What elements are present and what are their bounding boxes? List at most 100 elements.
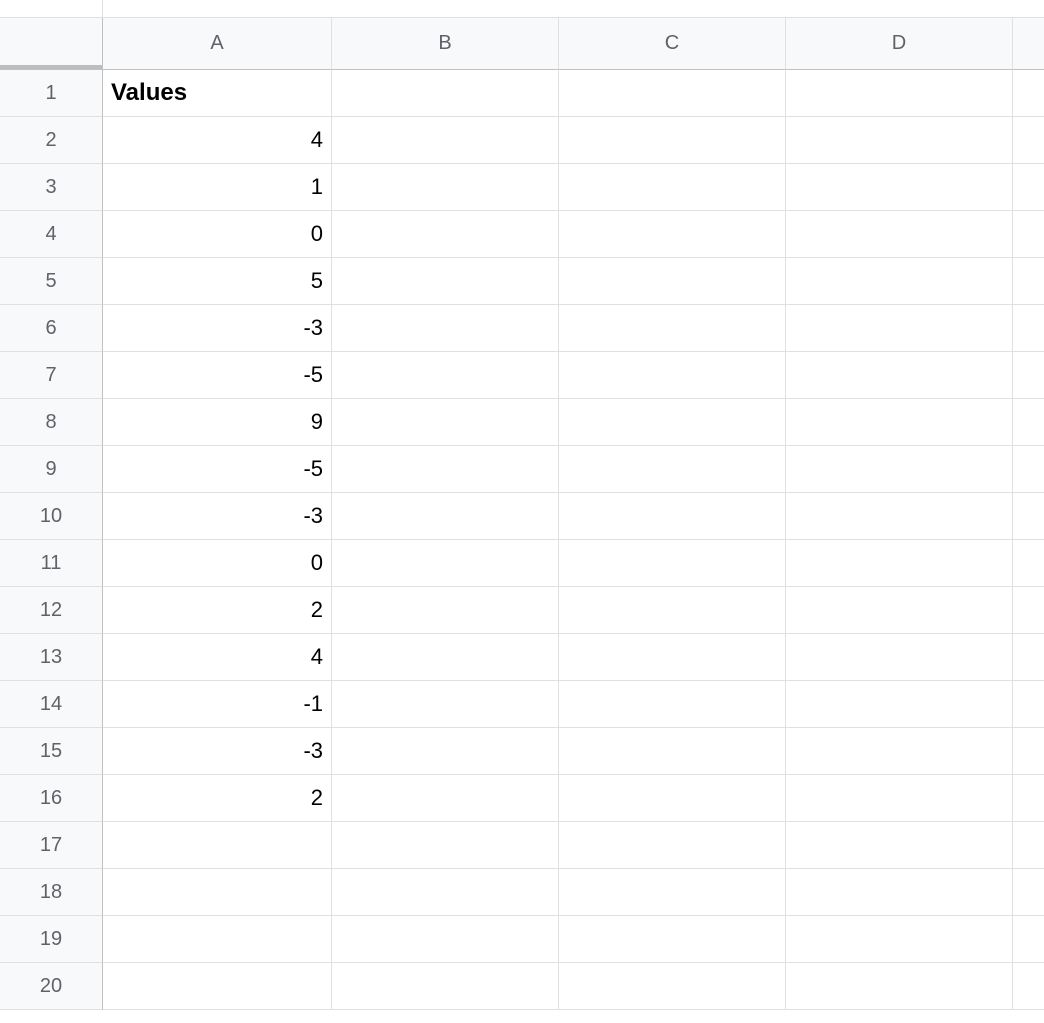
cell-d11[interactable] [786,540,1013,587]
cell-e7[interactable] [1013,352,1044,399]
row-header-11[interactable]: 11 [0,540,103,587]
cell-c3[interactable] [559,164,786,211]
cell-b18[interactable] [332,869,559,916]
cell-b7[interactable] [332,352,559,399]
cell-b3[interactable] [332,164,559,211]
row-header-15[interactable]: 15 [0,728,103,775]
row-header-5[interactable]: 5 [0,258,103,305]
cell-c17[interactable] [559,822,786,869]
cell-d8[interactable] [786,399,1013,446]
cell-b17[interactable] [332,822,559,869]
cell-e16[interactable] [1013,775,1044,822]
cell-b6[interactable] [332,305,559,352]
cell-b9[interactable] [332,446,559,493]
cell-c10[interactable] [559,493,786,540]
cell-e4[interactable] [1013,211,1044,258]
cell-c5[interactable] [559,258,786,305]
cell-c12[interactable] [559,587,786,634]
cell-c8[interactable] [559,399,786,446]
cell-b15[interactable] [332,728,559,775]
cell-b8[interactable] [332,399,559,446]
row-header-13[interactable]: 13 [0,634,103,681]
cell-a5[interactable]: 5 [103,258,332,305]
row-header-10[interactable]: 10 [0,493,103,540]
row-header-4[interactable]: 4 [0,211,103,258]
col-header-e[interactable] [1013,18,1044,70]
row-header-20[interactable]: 20 [0,963,103,1010]
cell-a19[interactable] [103,916,332,963]
row-header-17[interactable]: 17 [0,822,103,869]
cell-d5[interactable] [786,258,1013,305]
cell-d1[interactable] [786,70,1013,117]
cell-a10[interactable]: -3 [103,493,332,540]
cell-a3[interactable]: 1 [103,164,332,211]
col-header-d[interactable]: D [786,18,1013,70]
cell-c19[interactable] [559,916,786,963]
cell-b14[interactable] [332,681,559,728]
cell-e8[interactable] [1013,399,1044,446]
cell-e15[interactable] [1013,728,1044,775]
row-header-18[interactable]: 18 [0,869,103,916]
cell-c1[interactable] [559,70,786,117]
row-header-3[interactable]: 3 [0,164,103,211]
cell-a6[interactable]: -3 [103,305,332,352]
cell-d4[interactable] [786,211,1013,258]
cell-e18[interactable] [1013,869,1044,916]
cell-d13[interactable] [786,634,1013,681]
cell-a16[interactable]: 2 [103,775,332,822]
cell-c18[interactable] [559,869,786,916]
cell-c13[interactable] [559,634,786,681]
row-header-14[interactable]: 14 [0,681,103,728]
cell-e20[interactable] [1013,963,1044,1010]
cell-b2[interactable] [332,117,559,164]
row-header-7[interactable]: 7 [0,352,103,399]
row-header-2[interactable]: 2 [0,117,103,164]
cell-b1[interactable] [332,70,559,117]
cell-d3[interactable] [786,164,1013,211]
cell-c15[interactable] [559,728,786,775]
cell-a14[interactable]: -1 [103,681,332,728]
cell-c4[interactable] [559,211,786,258]
select-all-corner[interactable] [0,18,103,70]
cell-c11[interactable] [559,540,786,587]
cell-e13[interactable] [1013,634,1044,681]
cell-e19[interactable] [1013,916,1044,963]
cell-e12[interactable] [1013,587,1044,634]
col-header-b[interactable]: B [332,18,559,70]
cell-e3[interactable] [1013,164,1044,211]
cell-d17[interactable] [786,822,1013,869]
cell-a11[interactable]: 0 [103,540,332,587]
cell-a1[interactable]: Values [103,70,332,117]
cell-e10[interactable] [1013,493,1044,540]
cell-d19[interactable] [786,916,1013,963]
cell-d14[interactable] [786,681,1013,728]
row-header-9[interactable]: 9 [0,446,103,493]
cell-b5[interactable] [332,258,559,305]
row-header-8[interactable]: 8 [0,399,103,446]
cell-c14[interactable] [559,681,786,728]
cell-d12[interactable] [786,587,1013,634]
cell-c6[interactable] [559,305,786,352]
cell-a20[interactable] [103,963,332,1010]
cell-e6[interactable] [1013,305,1044,352]
cell-a8[interactable]: 9 [103,399,332,446]
col-header-c[interactable]: C [559,18,786,70]
cell-e17[interactable] [1013,822,1044,869]
cell-d7[interactable] [786,352,1013,399]
cell-c20[interactable] [559,963,786,1010]
cell-a17[interactable] [103,822,332,869]
cell-d20[interactable] [786,963,1013,1010]
cell-c16[interactable] [559,775,786,822]
cell-e1[interactable] [1013,70,1044,117]
cell-b11[interactable] [332,540,559,587]
cell-a15[interactable]: -3 [103,728,332,775]
cell-e11[interactable] [1013,540,1044,587]
cell-a4[interactable]: 0 [103,211,332,258]
cell-d9[interactable] [786,446,1013,493]
cell-c9[interactable] [559,446,786,493]
col-header-a[interactable]: A [103,18,332,70]
cell-a7[interactable]: -5 [103,352,332,399]
cell-d10[interactable] [786,493,1013,540]
row-header-1[interactable]: 1 [0,70,103,117]
cell-b4[interactable] [332,211,559,258]
